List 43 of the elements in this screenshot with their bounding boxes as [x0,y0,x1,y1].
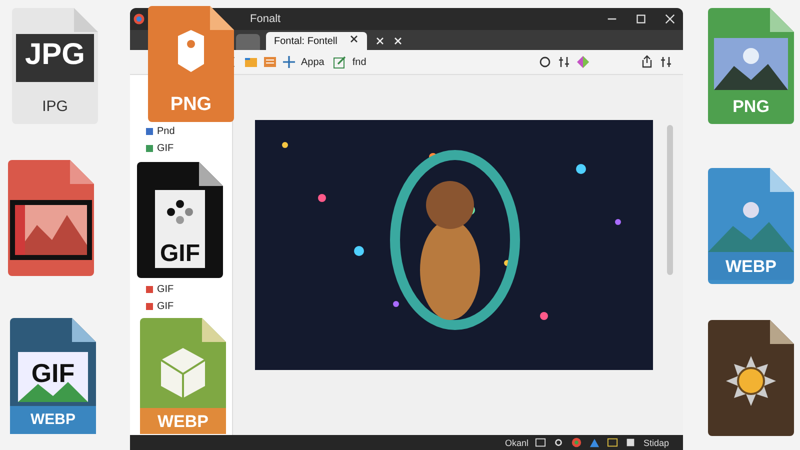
file-icon [708,168,794,284]
file-type-label: WEBP [726,257,776,277]
browser-icon[interactable] [133,13,145,25]
file-type-label: GIF [31,358,75,389]
window-title: Fonalt [250,13,281,25]
circle-icon[interactable] [538,55,552,69]
scrollbar[interactable] [667,125,673,275]
file-type-label: IPG [42,98,68,115]
file-type-label: WEBP [158,412,208,432]
file-icon [140,318,226,434]
status-text: Okanl [504,438,528,448]
file-type-label: GIF [160,240,200,268]
sliders-icon[interactable] [557,55,571,69]
file-icon [137,162,223,278]
diamond-icon[interactable] [576,55,590,69]
edit-icon [333,55,348,69]
maximize-icon[interactable] [636,14,646,24]
file-type-label: WEBP [30,411,76,428]
file-icon [708,8,794,124]
window-icon[interactable] [625,437,636,448]
sidebar-item[interactable]: GIF [144,300,176,313]
sidebar-item[interactable]: GIF [144,283,176,296]
file-icon [10,318,96,434]
file-icon [8,160,94,276]
window-icon[interactable] [535,437,546,448]
browser-icon[interactable] [571,437,582,448]
folder-icon[interactable] [244,55,258,69]
file-icon [708,320,794,436]
file-type-label: PNG [170,94,212,116]
sidebar-item[interactable]: GIF [144,142,176,155]
toolbar-link[interactable]: Appa [301,56,324,68]
list-icon[interactable] [263,55,277,69]
file-icon [12,8,98,124]
close-icon[interactable] [349,34,360,44]
file-type-label: PNG [732,97,770,117]
sliders-icon[interactable] [659,55,673,69]
browser-tab[interactable]: Fontal: Fontell [266,32,368,50]
file-type-label: JPG [24,38,86,72]
sidebar-item[interactable]: Pnd [144,125,177,138]
status-text: Stidap [643,438,669,448]
share-icon[interactable] [640,55,654,69]
photo-icon[interactable] [607,437,618,448]
toolbar-link[interactable]: fnd [352,56,366,68]
